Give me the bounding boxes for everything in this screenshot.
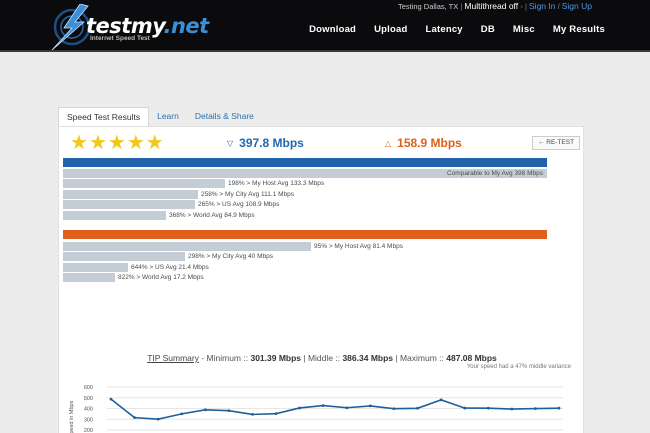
comparison-bar-label: Comparable to My Avg 398 Mbps [447,169,543,177]
nav-latency[interactable]: Latency [425,24,462,35]
speed-data-point [274,412,278,416]
speed-data-point [439,398,443,402]
nav-download[interactable]: Download [309,24,356,35]
site-tagline: Internet Speed Test [90,35,150,42]
download-result: ▽ 397.8 Mbps [227,136,304,150]
comparison-bar [63,252,185,261]
speed-data-point [392,407,396,411]
speed-data-point [133,416,136,420]
rating-star-icon: ★ [145,130,164,154]
upload-speed: 158.9 Mbps [397,136,462,150]
tip-summary-link[interactable]: TIP Summary [147,353,199,363]
tab-details-share[interactable]: Details & Share [187,107,262,126]
results-tabs: Speed Test Results Learn Details & Share [58,107,262,126]
comparison-bar [63,241,311,251]
rating-stars: ★ ★ ★ ★ ★ [70,131,164,153]
multithread-toggle[interactable]: Multithread off [464,1,518,11]
comparison-bar-label: 265% > US Avg 108.9 Mbps [198,201,280,208]
comparison-bar-label: 95% > My Host Avg 81.4 Mbps [314,242,403,250]
speed-data-point [298,406,302,410]
tab-learn[interactable]: Learn [149,107,187,126]
nav-my-results[interactable]: My Results [553,24,605,35]
y-tick-label: 500 [84,396,93,402]
comparison-bar [63,200,195,209]
download-speed: 397.8 Mbps [239,136,304,150]
rating-star-icon: ★ [126,130,145,154]
comparison-bar-label: 298% > My City Avg 40 Mbps [188,253,273,260]
nav-misc[interactable]: Misc [513,24,535,35]
y-tick-label: 200 [84,428,93,433]
download-arrow-icon: ▽ [227,138,234,148]
results-panel: ★ ★ ★ ★ ★ ▽ 397.8 Mbps △ 158.9 Mbps ← RE-TES… [58,126,584,433]
rating-star-icon: ★ [88,130,107,154]
upload-result: △ 158.9 Mbps [385,136,462,150]
comparison-bar-label: 198% > My Host Avg 133.3 Mbps [228,180,325,187]
comparison-bar [63,210,166,220]
speed-data-point [368,404,372,408]
speed-data-point [203,408,207,412]
y-tick-label: 600 [84,385,93,391]
tab-speed-test-results[interactable]: Speed Test Results [58,107,150,126]
upload-arrow-icon: △ [385,138,392,148]
sign-in-link[interactable]: Sign In [529,1,555,11]
y-axis-label: Speed in Mbps [69,400,75,433]
download-main-bar [63,158,547,167]
site-header: testmy.net Internet Speed Test Testing D… [0,0,650,52]
comparison-bar [63,273,115,282]
speed-data-point [156,417,160,421]
minimum-speed: 301.39 Mbps [250,353,302,363]
comparison-bar [63,179,225,188]
speed-data-point [227,409,231,413]
comparison-bar-label: 822% > World Avg 17.2 Mbps [118,274,204,281]
speed-data-point [486,406,490,410]
nav-db[interactable]: DB [481,24,495,35]
speed-line-chart: 200 300 400 500 600 Speed in Mbps [69,385,563,433]
speed-data-point [109,397,113,401]
speed-data-point [534,407,537,411]
speed-data-point [557,406,561,410]
y-tick-label: 400 [84,407,93,413]
maximum-speed: 487.08 Mbps [446,353,497,363]
retest-button[interactable]: ← RE-TEST [532,136,580,150]
sign-up-link[interactable]: Sign Up [562,1,592,11]
top-status-line: Testing Dallas, TX | Multithread off ◦ |… [397,1,592,11]
comparison-bar [63,189,198,199]
comparison-bar [63,262,128,272]
speed-data-point [463,406,467,410]
testing-location: Testing Dallas, TX [397,2,459,11]
middle-speed: 386.34 Mbps [342,353,394,363]
speed-series-line [110,398,560,420]
nav-upload[interactable]: Upload [374,24,407,35]
speed-data-point [251,413,254,416]
speed-data-point [321,404,325,407]
tip-summary: TIP Summary - Minimum :: 301.39 Mbps | M… [147,353,497,363]
speed-data-point [180,412,184,416]
comparison-bar-label: 258% > My City Avg 111.1 Mbps [201,190,295,198]
speed-data-point [510,407,514,411]
comparison-bar-label: 368% > World Avg 84.9 Mbps [169,211,255,219]
speed-data-point [345,406,349,410]
main-nav: Download Upload Latency DB Misc My Resul… [309,24,605,35]
upload-main-bar [63,230,547,239]
rating-star-icon: ★ [70,130,88,154]
rating-star-icon: ★ [107,130,126,154]
comparison-bar-label: 644% > US Avg 21.4 Mbps [131,263,209,271]
speed-data-point [416,406,419,410]
y-tick-label: 300 [84,417,93,423]
